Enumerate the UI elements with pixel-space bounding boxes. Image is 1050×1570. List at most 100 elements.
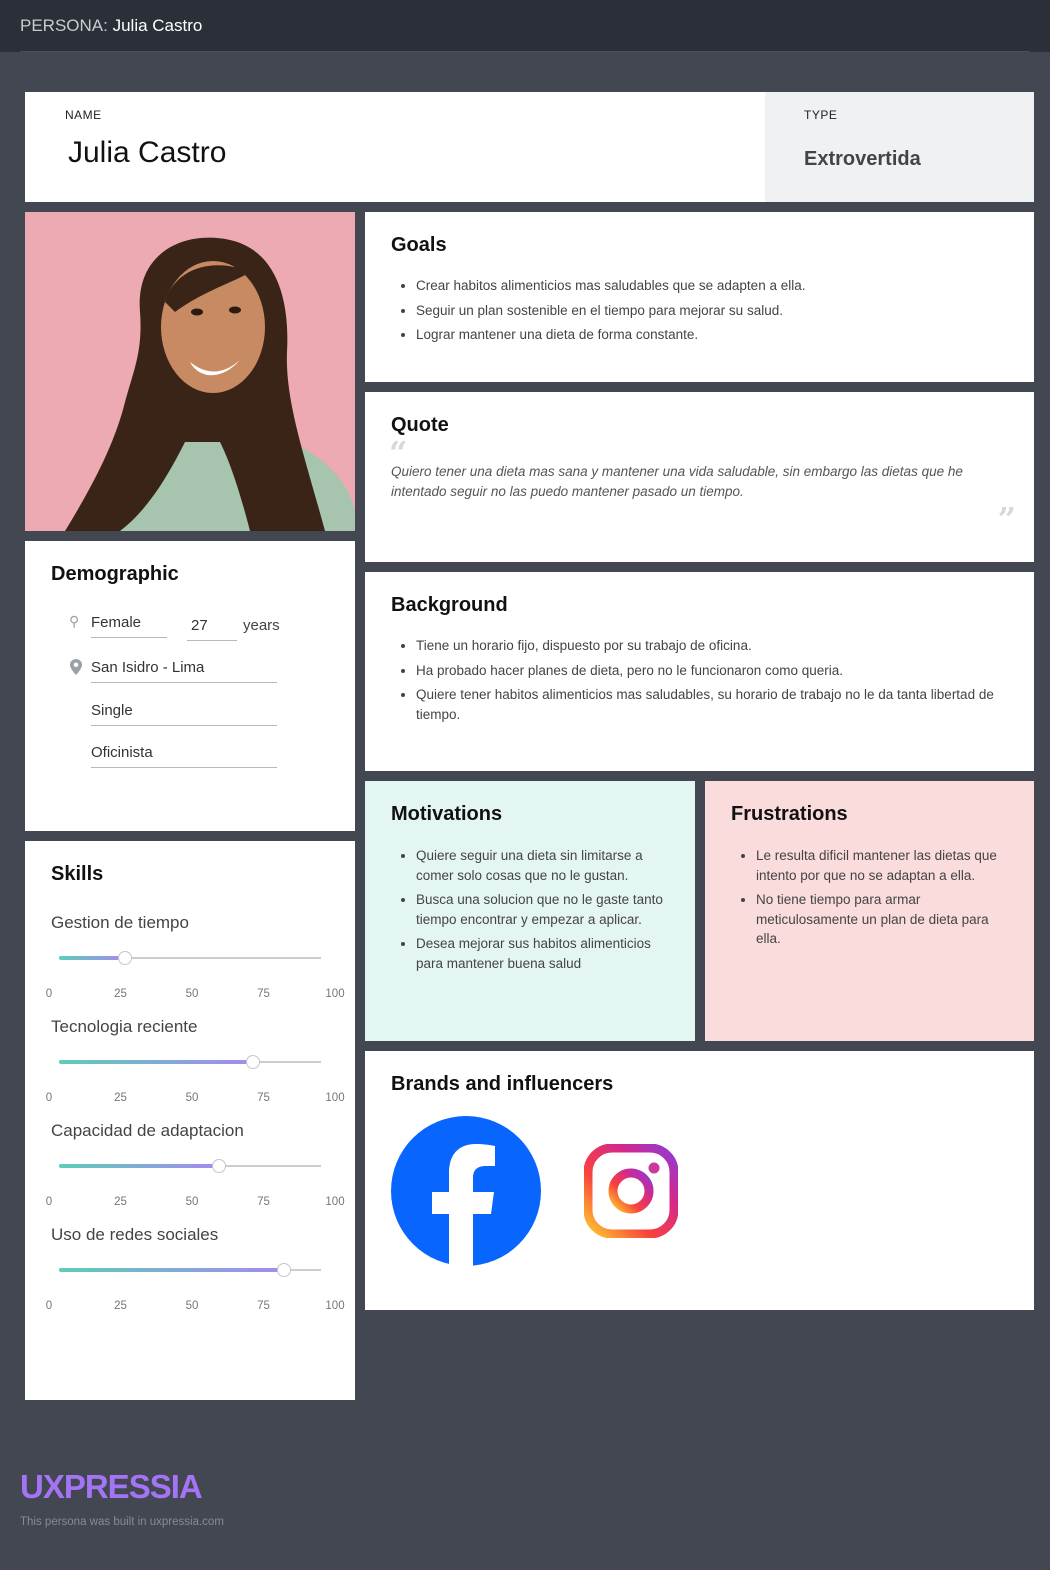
page-title: PERSONA: Julia Castro [20, 16, 202, 36]
scale-tick-label: 0 [45, 1092, 53, 1104]
scale-tick-label: 0 [45, 1196, 53, 1208]
list-item[interactable]: Quiere seguir una dieta sin limitarse a … [416, 846, 671, 885]
scale-tick-label: 50 [185, 1092, 199, 1104]
skill-label: Uso de redes sociales [51, 1225, 219, 1244]
uxpressia-logo[interactable]: UXPRESSIA [20, 1468, 203, 1506]
skill-label: Tecnologia reciente [51, 1017, 198, 1036]
instagram-logo-icon[interactable] [584, 1144, 678, 1238]
quote-card: Quote “ Quiero tener una dieta mas sana … [365, 392, 1034, 562]
occupation-field[interactable]: Oficinista [91, 744, 277, 768]
scale-tick-label: 50 [185, 988, 199, 1000]
frustrations-list: Le resulta dificil mantener las dietas q… [756, 846, 1010, 954]
age-unit: years [243, 617, 280, 634]
divider [20, 51, 1030, 52]
frustrations-title: Frustrations [731, 803, 848, 825]
background-title: Background [391, 594, 508, 616]
scale-tick-label: 100 [325, 988, 345, 1000]
scale-tick-label: 50 [185, 1300, 199, 1312]
slider-handle[interactable] [277, 1263, 292, 1277]
slider-scale: 0 25 50 75 100 [45, 988, 345, 1002]
gender-field[interactable]: Female [91, 614, 167, 638]
list-item[interactable]: Busca una solucion que no le gaste tanto… [416, 890, 671, 929]
title-persona-name: Julia Castro [112, 16, 203, 35]
quote-text[interactable]: Quiero tener una dieta mas sana y manten… [391, 462, 1008, 502]
motivations-title: Motivations [391, 803, 503, 825]
facebook-logo-icon[interactable] [391, 1116, 541, 1266]
slider-fill [59, 956, 125, 960]
footer-note: This persona was built in uxpressia.com [20, 1516, 224, 1528]
list-item[interactable]: Lograr mantener una dieta de forma const… [416, 325, 1010, 345]
list-item[interactable]: Crear habitos alimenticios mas saludable… [416, 276, 1010, 296]
scale-tick-label: 75 [257, 988, 270, 1000]
slider-fill [59, 1268, 285, 1272]
skill-slider: Tecnologia reciente 0 25 50 75 100 [25, 1017, 355, 1117]
list-item[interactable]: Seguir un plan sostenible en el tiempo p… [416, 301, 1010, 321]
persona-portrait-image [25, 212, 355, 531]
list-item[interactable]: Quiere tener habitos alimenticios mas sa… [416, 685, 1010, 724]
slider-track[interactable] [59, 1159, 321, 1173]
location-field[interactable]: San Isidro - Lima [91, 659, 277, 683]
slider-handle[interactable] [245, 1055, 260, 1069]
goals-list: Crear habitos alimenticios mas saludable… [416, 276, 1010, 350]
motivations-card: Motivations Quiere seguir una dieta sin … [365, 781, 695, 1041]
list-item[interactable]: Desea mejorar sus habitos alimenticios p… [416, 934, 671, 973]
slider-fill [59, 1060, 253, 1064]
scale-tick-label: 25 [114, 1092, 127, 1104]
slider-track[interactable] [59, 1263, 321, 1277]
scale-tick-label: 50 [185, 1196, 199, 1208]
gender-icon: ⚲ [69, 613, 80, 629]
scale-tick-label: 75 [257, 1092, 270, 1104]
top-bar: PERSONA: Julia Castro [0, 0, 1050, 52]
scale-tick-label: 75 [257, 1196, 270, 1208]
scale-tick-label: 100 [325, 1196, 345, 1208]
list-item[interactable]: Tiene un horario fijo, dispuesto por su … [416, 636, 1010, 656]
scale-tick-label: 25 [114, 1300, 127, 1312]
type-card: TYPE Extrovertida [765, 92, 1034, 202]
scale-tick-label: 75 [257, 1300, 270, 1312]
demographic-card: Demographic ⚲ Female 27 years San Isidro… [25, 541, 355, 831]
skill-slider: Uso de redes sociales 0 25 50 75 100 [25, 1225, 355, 1325]
demographic-title: Demographic [51, 563, 179, 585]
skills-title: Skills [51, 863, 104, 885]
title-prefix: PERSONA: [20, 16, 108, 35]
slider-handle[interactable] [211, 1159, 226, 1173]
persona-photo[interactable] [25, 212, 355, 531]
name-card: NAME Julia Castro [25, 92, 765, 202]
scale-tick-label: 0 [45, 1300, 53, 1312]
background-list: Tiene un horario fijo, dispuesto por su … [416, 636, 1010, 729]
goals-card: Goals Crear habitos alimenticios mas sal… [365, 212, 1034, 382]
scale-tick-label: 100 [325, 1092, 345, 1104]
skills-card: Skills Gestion de tiempo 0 25 50 75 100 Tecnol… [25, 841, 355, 1400]
list-item[interactable]: Ha probado hacer planes de dieta, pero n… [416, 661, 1010, 681]
slider-scale: 0 25 50 75 100 [45, 1092, 345, 1106]
brands-card: Brands and influencers [365, 1051, 1034, 1310]
close-quote-icon: ” [997, 500, 1016, 538]
slider-scale: 0 25 50 75 100 [45, 1300, 345, 1314]
list-item[interactable]: Le resulta dificil mantener las dietas q… [756, 846, 1010, 885]
slider-fill [59, 1164, 219, 1168]
slider-track[interactable] [59, 1055, 321, 1069]
scale-tick-label: 0 [45, 988, 53, 1000]
frustrations-card: Frustrations Le resulta dificil mantener… [705, 781, 1034, 1041]
skill-slider: Gestion de tiempo 0 25 50 75 100 [25, 913, 355, 1013]
skill-slider: Capacidad de adaptacion 0 25 50 75 100 [25, 1121, 355, 1221]
slider-handle[interactable] [117, 951, 132, 965]
name-label: NAME [65, 108, 102, 122]
type-label: TYPE [804, 108, 838, 122]
list-item[interactable]: No tiene tiempo para armar meticulosamen… [756, 890, 1010, 949]
skill-label: Capacidad de adaptacion [51, 1121, 244, 1140]
scale-tick-label: 25 [114, 988, 127, 1000]
scale-tick-label: 25 [114, 1196, 127, 1208]
persona-type[interactable]: Extrovertida [804, 148, 921, 171]
persona-name[interactable]: Julia Castro [68, 136, 226, 170]
goals-title: Goals [391, 234, 447, 256]
skill-label: Gestion de tiempo [51, 913, 189, 932]
status-field[interactable]: Single [91, 702, 277, 726]
slider-scale: 0 25 50 75 100 [45, 1196, 345, 1210]
background-card: Background Tiene un horario fijo, dispue… [365, 572, 1034, 771]
brands-title: Brands and influencers [391, 1073, 614, 1095]
slider-track[interactable] [59, 951, 321, 965]
age-field[interactable]: 27 [187, 617, 237, 641]
motivations-list: Quiere seguir una dieta sin limitarse a … [416, 846, 671, 978]
scale-tick-label: 100 [325, 1300, 345, 1312]
